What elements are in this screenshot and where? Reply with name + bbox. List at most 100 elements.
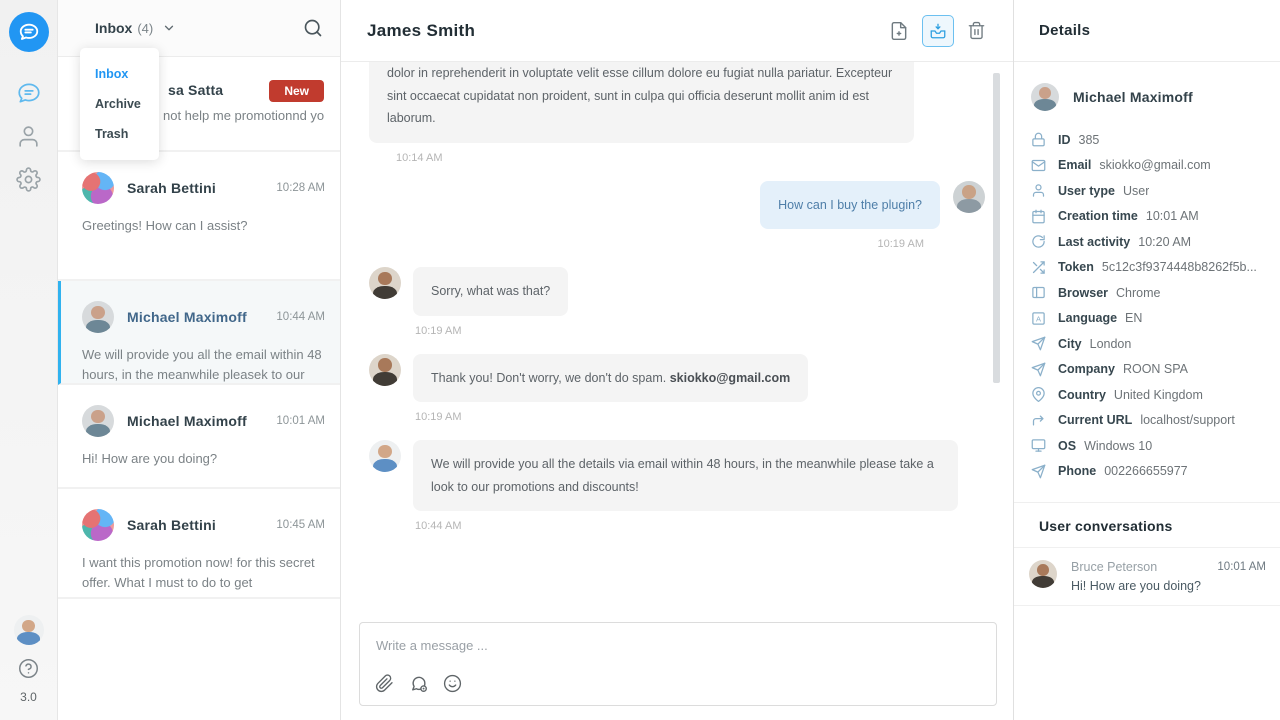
conversation-item-selected[interactable]: Michael Maximoff 10:44 AM We will provid…	[58, 281, 340, 385]
message-outgoing: How can I buy the plugin?	[369, 181, 985, 230]
avatar	[82, 172, 114, 204]
rail-nav	[16, 80, 42, 192]
calendar-icon	[1031, 209, 1046, 224]
chat-actions	[889, 15, 987, 47]
user-conversations-title: User conversations	[1014, 502, 1280, 547]
user-icon	[1031, 183, 1046, 198]
avatar	[1031, 83, 1059, 111]
message-list: dolor in reprehenderit in voluptate veli…	[341, 62, 1013, 622]
detail-row-os: OS Windows 10	[1031, 438, 1268, 453]
avatar	[1029, 560, 1057, 588]
svg-text:A: A	[1036, 314, 1041, 323]
details-panel: Details Michael Maximoff ID 385 Email sk…	[1013, 0, 1280, 720]
message-bubble: We will provide you all the details via …	[413, 440, 958, 511]
detail-row-current-url: Current URL localhost/support	[1031, 413, 1268, 428]
message-incoming: Sorry, what was that?	[369, 267, 985, 316]
app-logo-icon	[9, 12, 49, 52]
trash-icon[interactable]	[967, 21, 987, 41]
icon-rail: 3.0	[0, 0, 58, 720]
help-icon[interactable]	[18, 658, 39, 679]
details-header: Details	[1014, 0, 1280, 62]
message-timestamp: 10:19 AM	[369, 238, 924, 250]
user-conversation-preview: Hi! How are you doing?	[1071, 579, 1266, 593]
message-input[interactable]	[360, 623, 996, 653]
browser-icon	[1031, 285, 1046, 300]
redirect-icon	[1031, 413, 1046, 428]
user-profile: Michael Maximoff	[1014, 62, 1280, 121]
conversation-name: Michael Maximoff	[127, 309, 247, 325]
detail-row-token: Token 5c12c3f9374448b8262f5b...	[1031, 260, 1268, 275]
conversations-panel: Inbox (4) sa Satta New not help me promo…	[58, 0, 340, 720]
detail-row-email: Email skiokko@gmail.com	[1031, 158, 1268, 173]
users-nav-icon[interactable]	[16, 123, 42, 149]
inbox-filter-count: (4)	[137, 21, 153, 36]
archive-conversation-button[interactable]	[922, 15, 954, 47]
detail-row-phone: Phone 002266655977	[1031, 464, 1268, 479]
language-icon: A	[1031, 311, 1046, 326]
new-badge: New	[269, 80, 324, 102]
agent-avatar[interactable]	[14, 615, 44, 645]
refresh-icon	[1031, 234, 1046, 249]
message-timestamp: 10:19 AM	[415, 411, 985, 423]
message-timestamp: 10:19 AM	[415, 325, 985, 337]
email-highlight: skiokko@gmail.com	[670, 371, 791, 385]
conversation-name: Sarah Bettini	[127, 517, 216, 533]
detail-row-id: ID 385	[1031, 132, 1268, 147]
conversation-preview: I want this promotion now! for this secr…	[82, 553, 325, 592]
message-timestamp: 10:44 AM	[415, 520, 985, 532]
send-icon	[1031, 336, 1046, 351]
detail-row-user-type: User type User	[1031, 183, 1268, 198]
avatar	[82, 405, 114, 437]
user-detail-fields: ID 385 Email skiokko@gmail.com User type…	[1014, 121, 1280, 489]
dropdown-item-trash[interactable]: Trash	[80, 119, 159, 149]
conversation-preview: Greetings! How can I assist?	[82, 216, 325, 236]
user-conversation-item[interactable]: Bruce Peterson 10:01 AM Hi! How are you …	[1014, 547, 1280, 606]
conversation-item[interactable]: Sarah Bettini 10:28 AM Greetings! How ca…	[58, 152, 340, 281]
detail-row-country: Country United Kingdom	[1031, 387, 1268, 402]
chat-scrollbar-thumb[interactable]	[993, 73, 1000, 383]
message-incoming: Thank you! Don't worry, we don't do spam…	[369, 354, 985, 403]
mail-icon	[1031, 158, 1046, 173]
lock-icon	[1031, 132, 1046, 147]
message-timestamp: 10:14 AM	[396, 152, 985, 164]
inbox-filter-trigger[interactable]: Inbox (4)	[95, 20, 176, 36]
attachment-icon[interactable]	[375, 674, 394, 693]
detail-row-city: City London	[1031, 336, 1268, 351]
search-icon[interactable]	[303, 18, 323, 38]
chat-title: James Smith	[367, 21, 475, 41]
conversation-item[interactable]: Sarah Bettini 10:45 AM I want this promo…	[58, 489, 340, 599]
conversation-preview: Hi! How are you doing?	[82, 449, 325, 469]
avatar	[369, 267, 401, 299]
details-title: Details	[1039, 22, 1090, 39]
message-bubble: Sorry, what was that?	[413, 267, 568, 316]
settings-nav-icon[interactable]	[16, 166, 42, 192]
avatar	[82, 509, 114, 541]
add-note-icon[interactable]	[889, 21, 909, 41]
conversation-time: 10:01 AM	[276, 415, 325, 427]
message-composer	[359, 622, 997, 706]
avatar	[369, 440, 401, 472]
canned-response-icon[interactable]	[409, 674, 428, 693]
conversation-item[interactable]: Michael Maximoff 10:01 AM Hi! How are yo…	[58, 385, 340, 489]
shuffle-icon	[1031, 260, 1046, 275]
chat-panel: James Smith	[340, 0, 1013, 720]
inbox-filter-label: Inbox	[95, 20, 132, 36]
conversation-time: 10:44 AM	[276, 311, 325, 323]
pin-icon	[1031, 387, 1046, 402]
dropdown-item-inbox[interactable]: Inbox	[80, 59, 159, 89]
emoji-icon[interactable]	[443, 674, 462, 693]
user-conversation-name: Bruce Peterson	[1071, 560, 1157, 574]
detail-row-creation-time: Creation time 10:01 AM	[1031, 209, 1268, 224]
dropdown-item-archive[interactable]: Archive	[80, 89, 159, 119]
avatar	[369, 354, 401, 386]
detail-row-last-activity: Last activity 10:20 AM	[1031, 234, 1268, 249]
avatar	[82, 301, 114, 333]
monitor-icon	[1031, 438, 1046, 453]
conversations-nav-icon[interactable]	[16, 80, 42, 106]
conversation-preview: not help me promotionnd yo	[163, 106, 324, 126]
conversation-name: Michael Maximoff	[127, 413, 247, 429]
send-icon	[1031, 464, 1046, 479]
support-app: 3.0 Inbox (4) sa Satta New not help me p…	[0, 0, 1280, 720]
user-conversation-time: 10:01 AM	[1217, 561, 1266, 573]
message-bubble: Thank you! Don't worry, we don't do spam…	[413, 354, 808, 403]
